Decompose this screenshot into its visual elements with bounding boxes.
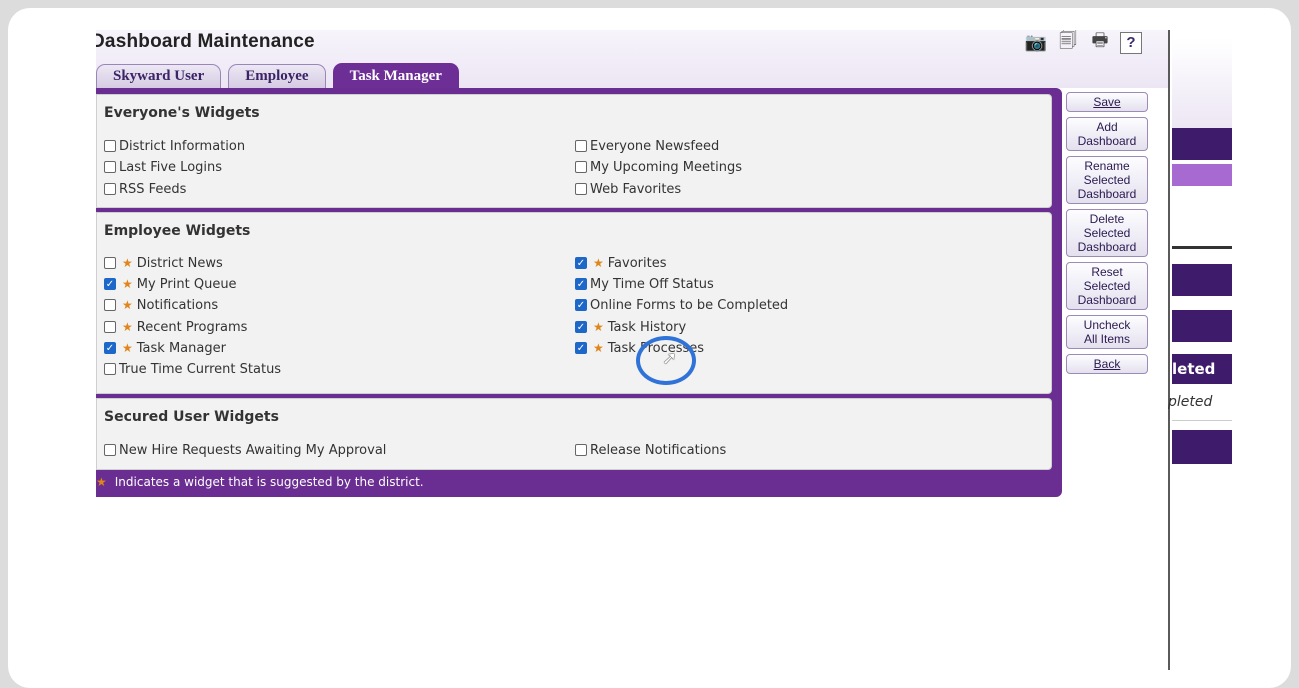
checkbox-checked[interactable]: ✓: [575, 321, 587, 333]
widget-last-five-logins[interactable]: Last Five Logins: [104, 157, 222, 177]
widget-new-hire-requests[interactable]: New Hire Requests Awaiting My Approval: [104, 440, 386, 460]
everyone-widgets-section: Everyone's Widgets District Information …: [96, 94, 1052, 208]
camera-icon[interactable]: 📷: [1024, 32, 1048, 54]
mouse-pointer-icon: ➚: [662, 348, 678, 369]
checkbox-checked[interactable]: ✓: [575, 257, 587, 269]
background-row-text: pleted: [1168, 394, 1213, 410]
star-icon: ★: [122, 256, 133, 270]
delete-dashboard-button[interactable]: Delete Selected Dashboard: [1066, 209, 1148, 257]
widget-notifications[interactable]: ★ Notifications: [104, 295, 218, 315]
checkbox-checked[interactable]: ✓: [575, 342, 587, 354]
checkbox[interactable]: [104, 299, 116, 311]
export-icon[interactable]: 🗐: [1056, 30, 1080, 54]
checkbox-checked[interactable]: ✓: [104, 342, 116, 354]
background-bar-light: [1172, 164, 1232, 186]
star-icon: ★: [122, 341, 133, 355]
action-buttons: Save Add Dashboard Rename Selected Dashb…: [1066, 92, 1148, 379]
tab-bar: Skyward User Employee Task Manager: [96, 63, 459, 89]
app-viewport: Dashboard Maintenance 📷 🗐 🖶 ? Skyward Us…: [96, 30, 1232, 670]
star-icon: ★: [122, 277, 133, 291]
checkbox[interactable]: [104, 140, 116, 152]
checkbox[interactable]: [104, 363, 116, 375]
reset-dashboard-button[interactable]: Reset Selected Dashboard: [1066, 262, 1148, 310]
widget-everyone-newsfeed[interactable]: Everyone Newsfeed: [575, 136, 719, 156]
widget-my-print-queue[interactable]: ✓ ★ My Print Queue: [104, 274, 237, 294]
background-bar-text: leted: [1172, 360, 1216, 378]
checkbox-checked[interactable]: ✓: [575, 299, 587, 311]
section-title: Secured User Widgets: [104, 409, 279, 425]
widget-task-manager[interactable]: ✓ ★ Task Manager: [104, 338, 226, 358]
add-dashboard-button[interactable]: Add Dashboard: [1066, 117, 1148, 151]
star-icon: ★: [122, 320, 133, 334]
tab-task-manager[interactable]: Task Manager: [332, 63, 459, 89]
widget-release-notifications[interactable]: Release Notifications: [575, 440, 726, 460]
page-header: Dashboard Maintenance 📷 🗐 🖶 ? Skyward Us…: [96, 30, 1170, 89]
checkbox[interactable]: [575, 183, 587, 195]
checkbox[interactable]: [575, 161, 587, 173]
background-bar: [1172, 128, 1232, 160]
employee-widgets-section: Employee Widgets ★ District News ✓ ★ My Pri…: [96, 212, 1052, 394]
star-icon: ★: [593, 256, 604, 270]
checkbox[interactable]: [575, 444, 587, 456]
checkbox[interactable]: [575, 140, 587, 152]
checkbox[interactable]: [104, 183, 116, 195]
widget-my-time-off-status[interactable]: ✓ My Time Off Status: [575, 274, 714, 294]
tab-employee[interactable]: Employee: [228, 64, 326, 88]
widget-panel: Everyone's Widgets District Information …: [96, 88, 1062, 497]
section-title: Employee Widgets: [104, 223, 251, 239]
checkbox-checked[interactable]: ✓: [575, 278, 587, 290]
rename-dashboard-button[interactable]: Rename Selected Dashboard: [1066, 156, 1148, 204]
uncheck-all-button[interactable]: Uncheck All Items: [1066, 315, 1148, 349]
background-panel-header: [1172, 38, 1232, 128]
widget-favorites[interactable]: ✓ ★ Favorites: [575, 253, 667, 273]
checkbox-checked[interactable]: ✓: [104, 278, 116, 290]
back-button[interactable]: Back: [1066, 354, 1148, 374]
help-icon[interactable]: ?: [1120, 31, 1142, 54]
widget-my-upcoming-meetings[interactable]: My Upcoming Meetings: [575, 157, 742, 177]
checkbox[interactable]: [104, 444, 116, 456]
star-icon: ★: [122, 298, 133, 312]
checkbox[interactable]: [104, 161, 116, 173]
star-icon: ★: [593, 341, 604, 355]
checkbox[interactable]: [104, 257, 116, 269]
toolbar: 📷 🗐 🖶 ?: [1014, 30, 1164, 55]
background-bar: [1172, 264, 1232, 296]
secured-widgets-section: Secured User Widgets New Hire Requests A…: [96, 398, 1052, 470]
widget-district-news[interactable]: ★ District News: [104, 253, 223, 273]
widget-district-information[interactable]: District Information: [104, 136, 245, 156]
background-bar: [1172, 430, 1232, 464]
suggested-legend: ★ Indicates a widget that is suggested b…: [96, 471, 424, 493]
star-icon: ★: [593, 320, 604, 334]
tab-skyward-user[interactable]: Skyward User: [96, 64, 222, 88]
page-title: Dashboard Maintenance: [96, 31, 315, 52]
legend-text: Indicates a widget that is suggested by …: [114, 475, 424, 489]
widget-online-forms[interactable]: ✓ Online Forms to be Completed: [575, 295, 788, 315]
print-icon[interactable]: 🖶: [1088, 30, 1112, 54]
widget-web-favorites[interactable]: Web Favorites: [575, 179, 681, 199]
widget-rss-feeds[interactable]: RSS Feeds: [104, 179, 186, 199]
star-icon: ★: [96, 475, 107, 489]
widget-task-history[interactable]: ✓ ★ Task History: [575, 317, 686, 337]
background-bar: [1172, 310, 1232, 342]
section-title: Everyone's Widgets: [104, 105, 260, 121]
background-rule: [1172, 246, 1232, 249]
panel-divider: [1168, 30, 1170, 670]
checkbox[interactable]: [104, 321, 116, 333]
save-button[interactable]: Save: [1066, 92, 1148, 112]
widget-recent-programs[interactable]: ★ Recent Programs: [104, 317, 247, 337]
widget-true-time-current-status[interactable]: True Time Current Status: [104, 359, 281, 379]
window-frame: Dashboard Maintenance 📷 🗐 🖶 ? Skyward Us…: [8, 8, 1291, 688]
